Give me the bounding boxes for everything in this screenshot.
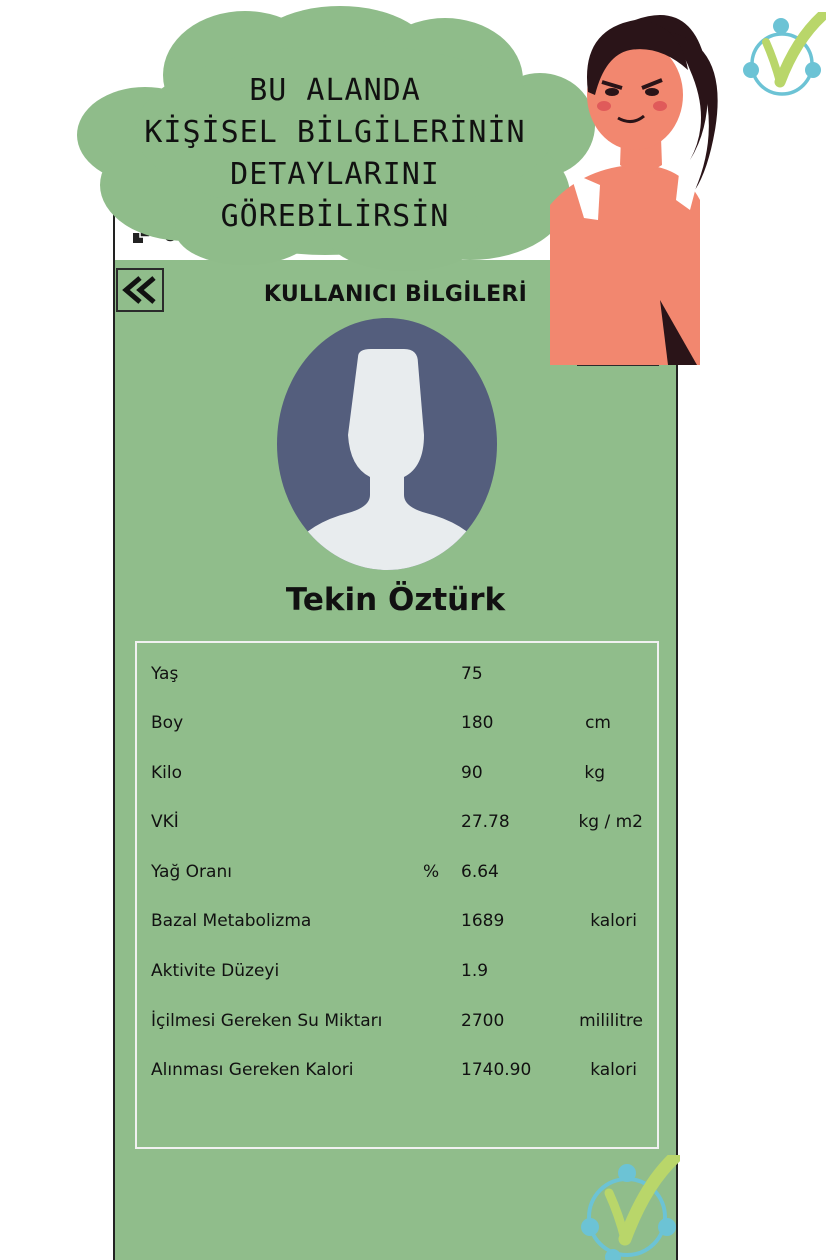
brand-logo [581, 1155, 680, 1260]
info-unit: kg / m2 [578, 812, 643, 832]
user-info-panel: Yaş 75 Boy 180 cm Kilo 90 kg VKİ 27.78 k… [135, 641, 659, 1149]
info-unit: kalori [590, 1060, 637, 1080]
info-unit: cm [585, 713, 611, 733]
app-window: U KULLANICI BİLGİLERİ Tekin Öztürk [113, 208, 678, 1260]
corner-logo [743, 12, 826, 96]
info-unit: kalori [590, 911, 637, 931]
info-value: 75 [461, 664, 483, 684]
info-value: 1.9 [461, 961, 489, 981]
info-unit: kg [584, 763, 605, 783]
info-label: Yaş [151, 664, 179, 684]
info-row-fat-ratio: Yağ Oranı % 6.64 [137, 862, 657, 892]
info-label: Bazal Metabolizma [151, 911, 312, 931]
info-label: Kilo [151, 763, 182, 783]
info-row-age: Yaş 75 [137, 664, 657, 694]
tooltip-line: BU ALANDA [249, 73, 421, 108]
info-label: Boy [151, 713, 184, 733]
info-label: Alınması Gereken Kalori [151, 1060, 354, 1080]
info-unit: mililitre [579, 1011, 643, 1031]
info-value: 27.78 [461, 812, 510, 832]
info-label: İçilmesi Gereken Su Miktarı [151, 1011, 383, 1031]
info-label: Aktivite Düzeyi [151, 961, 280, 981]
info-row-calories: Alınması Gereken Kalori 1740.90 kalori [137, 1060, 657, 1090]
info-value: 90 [461, 763, 483, 783]
info-value: 2700 [461, 1011, 505, 1031]
tooltip-line: DETAYLARINI [230, 157, 440, 192]
avatar [277, 318, 497, 570]
info-value: 6.64 [461, 862, 499, 882]
info-value: 180 [461, 713, 494, 733]
info-prefix: % [423, 862, 440, 882]
guide-character-illustration [550, 15, 718, 365]
info-value: 1689 [461, 911, 505, 931]
info-label: Yağ Oranı [151, 862, 232, 882]
tooltip-line: KİŞİSEL BİLGİLERİNİN [144, 115, 526, 150]
tooltip-text: BU ALANDA KİŞİSEL BİLGİLERİNİN DETAYLARI… [110, 70, 560, 238]
info-row-weight: Kilo 90 kg [137, 763, 657, 793]
tooltip-line: GÖREBİLİRSİN [220, 199, 450, 234]
info-row-bmi: VKİ 27.78 kg / m2 [137, 812, 657, 842]
info-value: 1740.90 [461, 1060, 532, 1080]
info-row-activity: Aktivite Düzeyi 1.9 [137, 961, 657, 991]
user-name: Tekin Öztürk [285, 582, 506, 618]
info-row-bmr: Bazal Metabolizma 1689 kalori [137, 911, 657, 941]
info-row-water: İçilmesi Gereken Su Miktarı 2700 mililit… [137, 1011, 657, 1041]
info-label: VKİ [151, 812, 179, 832]
info-row-height: Boy 180 cm [137, 713, 657, 743]
